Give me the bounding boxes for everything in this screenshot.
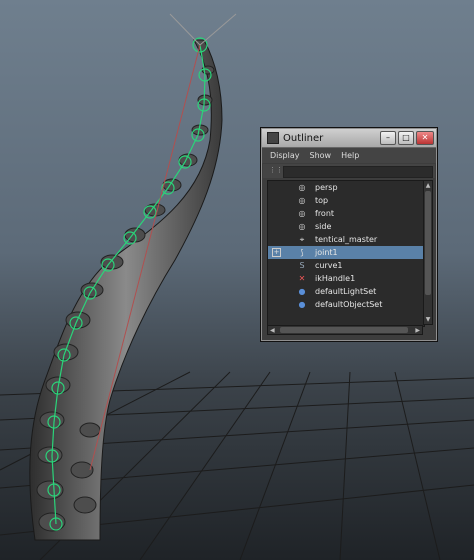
outliner-window[interactable]: Outliner – □ ✕ Display Show Help ⋮⋮ ◎ pe… <box>260 127 438 342</box>
outliner-menubar: Display Show Help <box>262 148 436 163</box>
horizontal-scroll-thumb[interactable] <box>280 327 408 333</box>
camera-icon: ◎ <box>298 222 306 231</box>
row-label: front <box>315 209 335 218</box>
menu-show[interactable]: Show <box>310 151 332 160</box>
vertical-scroll-thumb[interactable] <box>425 191 431 295</box>
outliner-row-tentical-master[interactable]: ⌖ tentical_master <box>268 233 424 246</box>
outliner-row-defaultobjectset[interactable]: ● defaultObjectSet <box>268 298 424 311</box>
camera-icon: ◎ <box>298 183 306 192</box>
horizontal-scrollbar[interactable]: ◀ ▶ <box>267 325 423 335</box>
menu-help[interactable]: Help <box>341 151 359 160</box>
outliner-row-persp[interactable]: ◎ persp <box>268 181 424 194</box>
expand-icon[interactable]: + <box>272 248 281 257</box>
scroll-left-arrow-icon[interactable]: ◀ <box>270 326 275 335</box>
menu-display[interactable]: Display <box>270 151 300 160</box>
camera-icon: ◎ <box>298 196 306 205</box>
tentacle-mesh <box>29 39 223 541</box>
set-icon: ● <box>298 300 306 309</box>
row-label: joint1 <box>315 248 338 257</box>
row-label: defaultLightSet <box>315 287 377 296</box>
row-label: persp <box>315 183 338 192</box>
maximize-button[interactable]: □ <box>398 131 414 145</box>
group-icon: ⌖ <box>299 235 305 244</box>
outliner-row-side[interactable]: ◎ side <box>268 220 424 233</box>
row-label: curve1 <box>315 261 343 270</box>
scroll-right-arrow-icon[interactable]: ▶ <box>415 326 420 335</box>
outliner-row-defaultlightset[interactable]: ● defaultLightSet <box>268 285 424 298</box>
row-label: defaultObjectSet <box>315 300 383 309</box>
vertical-scrollbar[interactable]: ▲ ▼ <box>423 180 433 325</box>
camera-icon: ◎ <box>298 209 306 218</box>
manipulator-line <box>199 13 237 46</box>
filter-grip-icon: ⋮⋮ <box>269 166 283 174</box>
manipulator-line <box>169 13 201 46</box>
scroll-down-arrow-icon[interactable]: ▼ <box>424 315 432 324</box>
curve-icon: S <box>299 261 305 270</box>
outliner-list[interactable]: ◎ persp ◎ top ◎ front ◎ side ⌖ tentical_… <box>267 180 425 327</box>
window-title: Outliner <box>283 132 324 144</box>
minimize-button[interactable]: – <box>380 131 396 145</box>
set-icon: ● <box>298 287 306 296</box>
maya-window-icon <box>267 132 279 144</box>
ik-handle-icon: ✕ <box>298 274 306 283</box>
close-button[interactable]: ✕ <box>416 131 434 145</box>
joint-icon: ⟆ <box>300 248 304 257</box>
outliner-titlebar[interactable]: Outliner – □ ✕ <box>262 129 436 148</box>
row-label: ikHandle1 <box>315 274 356 283</box>
outliner-row-top[interactable]: ◎ top <box>268 194 424 207</box>
row-label: top <box>315 196 329 205</box>
outliner-row-joint1[interactable]: + ⟆ joint1 <box>268 246 424 259</box>
outliner-row-curve1[interactable]: S curve1 <box>268 259 424 272</box>
outliner-row-front[interactable]: ◎ front <box>268 207 424 220</box>
outliner-filter-row: ⋮⋮ <box>263 164 435 178</box>
row-label: side <box>315 222 332 231</box>
outliner-row-ikhandle1[interactable]: ✕ ikHandle1 <box>268 272 424 285</box>
scroll-up-arrow-icon[interactable]: ▲ <box>424 181 432 190</box>
row-label: tentical_master <box>315 235 378 244</box>
outliner-filter-input[interactable] <box>283 166 433 178</box>
